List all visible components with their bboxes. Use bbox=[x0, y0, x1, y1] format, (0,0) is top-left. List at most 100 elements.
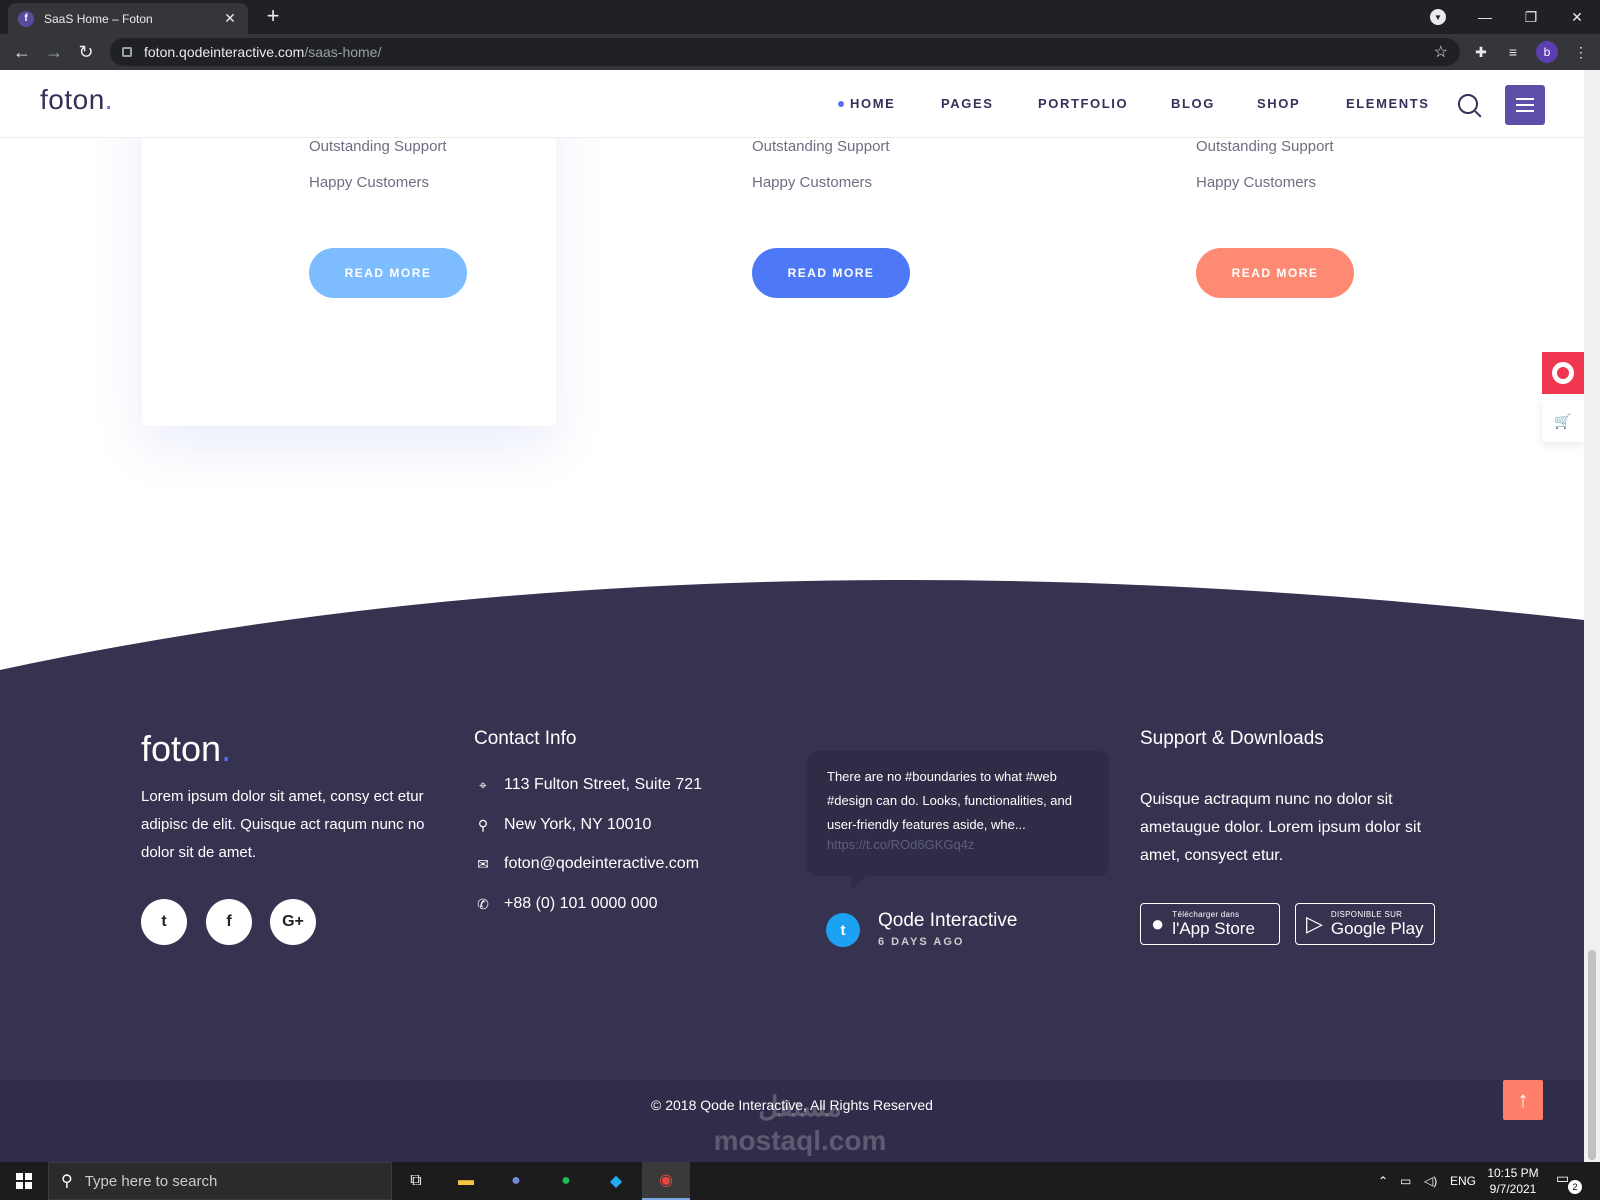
hamburger-menu-button[interactable] bbox=[1505, 85, 1545, 125]
back-to-top-button[interactable]: ↑ bbox=[1503, 1080, 1543, 1120]
watermark: مستقل mostaql.com bbox=[700, 1090, 900, 1158]
logo-dot: . bbox=[104, 84, 114, 115]
extensions-puzzle-icon[interactable]: ✚ bbox=[1472, 43, 1490, 61]
contact-address: ⌖ 113 Fulton Street, Suite 721 bbox=[474, 776, 702, 794]
chrome-icon[interactable]: ◉ bbox=[642, 1162, 690, 1200]
vscode-icon[interactable]: ◆ bbox=[592, 1162, 640, 1200]
restore-button[interactable]: ❐ bbox=[1508, 0, 1554, 34]
tab-title: SaaS Home – Foton bbox=[44, 11, 153, 26]
nav-pages[interactable]: PAGES bbox=[941, 96, 994, 111]
logo-text: foton bbox=[40, 84, 105, 115]
network-icon[interactable]: ▭ bbox=[1400, 1162, 1411, 1200]
url-path: /saas-home/ bbox=[304, 44, 382, 60]
apple-icon: ● bbox=[1151, 911, 1165, 936]
kebab-menu-icon[interactable]: ⋮ bbox=[1572, 43, 1590, 61]
twitter-icon[interactable]: t bbox=[141, 899, 187, 945]
close-window-button[interactable]: ✕ bbox=[1554, 0, 1600, 34]
side-widget-cart[interactable]: 🛒 bbox=[1542, 400, 1584, 442]
plan-2-feature-support: Outstanding Support bbox=[752, 138, 890, 155]
language-indicator[interactable]: ENG bbox=[1450, 1162, 1476, 1200]
tweet-author[interactable]: Qode Interactive bbox=[878, 910, 1017, 932]
contact-phone[interactable]: ✆ +88 (0) 101 0000 000 bbox=[474, 895, 657, 913]
spotify-icon[interactable]: ● bbox=[542, 1162, 590, 1200]
url-host: foton.qodeinteractive.com bbox=[144, 44, 305, 60]
footer-logo-text: foton bbox=[141, 728, 222, 769]
tray-chevron-up-icon[interactable]: ⌃ bbox=[1378, 1162, 1388, 1200]
nav-elements[interactable]: ELEMENTS bbox=[1346, 96, 1430, 111]
plan-3-feature-support: Outstanding Support bbox=[1196, 138, 1334, 155]
contact-email[interactable]: ✉ foton@qodeinteractive.com bbox=[474, 855, 699, 873]
nav-shop[interactable]: SHOP bbox=[1257, 96, 1300, 111]
facebook-icon[interactable]: f bbox=[206, 899, 252, 945]
nav-portfolio[interactable]: PORTFOLIO bbox=[1038, 96, 1128, 111]
google-play-button[interactable]: ▷ DISPONIBLE SUR Google Play bbox=[1295, 903, 1435, 945]
page-viewport: Outstanding Support Happy Customers READ… bbox=[0, 70, 1584, 1162]
system-clock[interactable]: 10:15 PM 9/7/2021 bbox=[1480, 1165, 1546, 1197]
browser-tabbar: f SaaS Home – Foton ✕ + ▼ — ❐ ✕ bbox=[0, 0, 1600, 34]
plan-1-read-more-button[interactable]: READ MORE bbox=[309, 248, 467, 298]
footer-logo-dot: . bbox=[221, 728, 232, 769]
plan-2-feature-customers: Happy Customers bbox=[752, 174, 873, 191]
chevron-down-icon[interactable]: ▼ bbox=[1430, 9, 1446, 25]
app-store-big: l'App Store bbox=[1172, 919, 1255, 938]
tweet-card: There are no #boundaries to what #web #d… bbox=[807, 751, 1109, 890]
volume-icon[interactable]: ◁) bbox=[1424, 1162, 1437, 1200]
clock-time: 10:15 PM bbox=[1487, 1166, 1539, 1180]
nav-home[interactable]: HOME bbox=[850, 96, 895, 111]
scrollbar-thumb[interactable] bbox=[1588, 950, 1596, 1160]
favicon-icon: f bbox=[18, 10, 34, 27]
new-tab-button[interactable]: + bbox=[260, 4, 286, 30]
discord-icon[interactable]: ● bbox=[492, 1162, 540, 1200]
watermark-latin: mostaql.com bbox=[713, 1125, 887, 1156]
search-icon[interactable] bbox=[1458, 94, 1478, 114]
minimize-button[interactable]: — bbox=[1462, 0, 1508, 34]
contact-city-text: New York, NY 10010 bbox=[504, 816, 652, 833]
twitter-bird-icon: t bbox=[826, 913, 860, 947]
taskbar-search[interactable]: ⚲ Type here to search bbox=[48, 1162, 392, 1200]
forward-arrow-icon[interactable]: → bbox=[42, 40, 66, 64]
task-view-icon[interactable]: ⧉ bbox=[392, 1162, 440, 1200]
chat-bubble-icon bbox=[1552, 362, 1574, 384]
envelope-icon: ✉ bbox=[477, 855, 489, 872]
close-tab-icon[interactable]: ✕ bbox=[222, 10, 238, 27]
google-plus-icon[interactable]: G+ bbox=[270, 899, 316, 945]
media-queue-icon[interactable]: ≡ bbox=[1504, 43, 1522, 61]
browser-tab[interactable]: f SaaS Home – Foton ✕ bbox=[8, 3, 248, 34]
contact-heading: Contact Info bbox=[474, 728, 577, 749]
site-logo[interactable]: foton. bbox=[40, 84, 113, 116]
search-icon: ⚲ bbox=[61, 1173, 73, 1190]
page-scrollbar[interactable] bbox=[1584, 70, 1600, 1162]
contact-address-text: 113 Fulton Street, Suite 721 bbox=[504, 776, 703, 793]
back-arrow-icon[interactable]: ← bbox=[10, 40, 34, 64]
address-bar[interactable]: foton.qodeinteractive.com/saas-home/ ☆ bbox=[110, 38, 1460, 66]
footer-logo[interactable]: foton. bbox=[141, 728, 231, 770]
file-explorer-icon[interactable]: ▬ bbox=[442, 1162, 490, 1200]
site-header: foton. HOME PAGES PORTFOLIO BLOG SHOP EL… bbox=[0, 70, 1584, 138]
windows-logo-icon bbox=[16, 1173, 32, 1189]
phone-icon: ✆ bbox=[477, 895, 489, 912]
plan-2-read-more-button[interactable]: READ MORE bbox=[752, 248, 910, 298]
contact-email-text[interactable]: foton@qodeinteractive.com bbox=[504, 855, 699, 873]
plan-1-feature-support: Outstanding Support bbox=[309, 138, 447, 155]
google-play-big: Google Play bbox=[1330, 919, 1424, 938]
reload-icon[interactable]: ↻ bbox=[74, 40, 98, 64]
side-widget-chat[interactable] bbox=[1542, 352, 1584, 394]
bookmark-star-icon[interactable]: ☆ bbox=[1434, 42, 1448, 62]
footer-about-text: Lorem ipsum dolor sit amet, consy ect et… bbox=[141, 788, 425, 861]
footer-wave bbox=[0, 580, 1584, 680]
active-nav-dot bbox=[838, 101, 844, 107]
tweet-text: There are no #boundaries to what #web #d… bbox=[827, 769, 1073, 832]
start-button[interactable] bbox=[0, 1162, 48, 1200]
support-text: Quisque actraqum nunc no dolor sit ameta… bbox=[1140, 791, 1422, 864]
profile-avatar[interactable]: b bbox=[1536, 41, 1558, 63]
contact-phone-text[interactable]: +88 (0) 101 0000 000 bbox=[504, 895, 657, 913]
browser-toolbar: ← → ↻ foton.qodeinteractive.com/saas-hom… bbox=[0, 34, 1600, 70]
support-heading: Support & Downloads bbox=[1140, 728, 1324, 749]
taskbar-search-placeholder: Type here to search bbox=[84, 1172, 218, 1190]
location-pin-icon: ⌖ bbox=[479, 776, 487, 793]
tweet-link[interactable]: https://t.co/ROd6GKGq4z bbox=[827, 837, 1089, 852]
app-store-button[interactable]: ● Télécharger dans l'App Store bbox=[1140, 903, 1280, 945]
plan-3-read-more-button[interactable]: READ MORE bbox=[1196, 248, 1354, 298]
nav-blog[interactable]: BLOG bbox=[1171, 96, 1215, 111]
watermark-arabic: مستقل bbox=[758, 1091, 842, 1122]
